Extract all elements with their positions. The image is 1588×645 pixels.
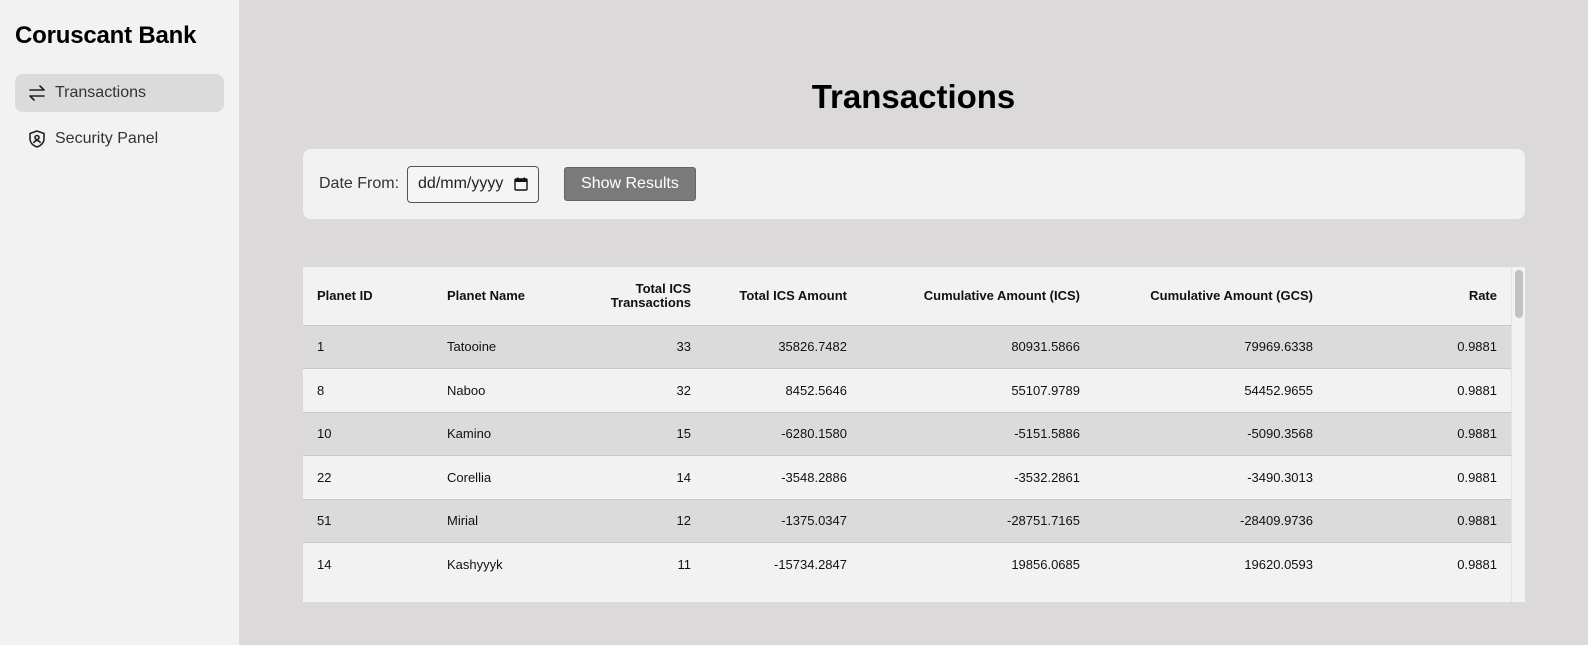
cell-cumulative-ics: -5151.5886 [861, 411, 1094, 456]
cell-cumulative-ics: 19856.0685 [861, 542, 1094, 586]
cell-planet-name: Tatooine [433, 324, 578, 369]
page-title: Transactions [811, 78, 1016, 115]
shield-icon [27, 129, 47, 149]
cell-cumulative-ics: 55107.9789 [861, 368, 1094, 412]
cell-rate: 0.9881 [1327, 324, 1511, 369]
cell-rate: 0.9881 [1327, 368, 1511, 412]
cell-total-ics-transactions: 33 [578, 324, 705, 369]
table-row[interactable]: 1 Tatooine 33 35826.7482 80931.5866 79969.633… [303, 324, 1511, 369]
cell-total-ics-amount: -1375.0347 [705, 498, 861, 543]
cell-cumulative-gcs: 54452.9655 [1094, 368, 1327, 412]
cell-planet-name: Naboo [433, 368, 578, 412]
cell-total-ics-transactions: 32 [578, 368, 705, 412]
cell-total-ics-amount: -6280.1580 [705, 411, 861, 456]
table-header-row: Planet ID Planet Name Total ICS Transacti… [303, 267, 1511, 325]
cell-total-ics-amount: -15734.2847 [705, 542, 861, 586]
table-row[interactable]: 14 Kashyyyk 11 -15734.2847 19856.0685 19620.0… [303, 542, 1511, 586]
cell-cumulative-gcs: -28409.9736 [1094, 498, 1327, 543]
cell-cumulative-gcs: -5090.3568 [1094, 411, 1327, 456]
transactions-table: Planet ID Planet Name Total ICS Transacti… [303, 267, 1511, 586]
cell-total-ics-transactions: 15 [578, 411, 705, 456]
brand-title: Coruscant Bank [15, 22, 197, 49]
col-total-ics-amount[interactable]: Total ICS Amount [705, 267, 861, 325]
cell-total-ics-transactions: 14 [578, 455, 705, 499]
scrollbar-thumb[interactable] [1515, 270, 1523, 318]
cell-planet-name: Kashyyyk [433, 542, 578, 586]
date-placeholder: dd/mm/yyyy [418, 175, 504, 192]
calendar-icon[interactable] [514, 177, 528, 191]
col-total-ics-transactions[interactable]: Total ICS Transactions [578, 267, 705, 325]
cell-cumulative-gcs: 19620.0593 [1094, 542, 1327, 586]
sidebar-item-label: Security Panel [55, 130, 159, 147]
cell-planet-id: 8 [303, 368, 433, 412]
cell-planet-id: 22 [303, 455, 433, 499]
table-row[interactable]: 22 Corellia 14 -3548.2886 -3532.2861 -3490.30… [303, 455, 1511, 499]
main-content: Transactions Date From: dd/mm/yyyy Show … [239, 0, 1588, 645]
date-from-label: Date From: [319, 175, 400, 192]
filter-bar: Date From: dd/mm/yyyy Show Results [303, 149, 1525, 219]
show-results-button[interactable]: Show Results [564, 167, 696, 201]
arrows-swap-icon [27, 83, 47, 103]
col-planet-name[interactable]: Planet Name [433, 267, 578, 325]
cell-total-ics-transactions: 11 [578, 542, 705, 586]
cell-cumulative-gcs: 79969.6338 [1094, 324, 1327, 369]
cell-cumulative-ics: 80931.5866 [861, 324, 1094, 369]
cell-planet-id: 1 [303, 324, 433, 369]
table-row[interactable]: 10 Kamino 15 -6280.1580 -5151.5886 -5090.3568… [303, 411, 1511, 456]
cell-planet-name: Mirial [433, 498, 578, 543]
col-cumulative-ics[interactable]: Cumulative Amount (ICS) [861, 267, 1094, 325]
transactions-table-container: Planet ID Planet Name Total ICS Transacti… [303, 267, 1525, 602]
sidebar-item-label: Transactions [55, 84, 146, 101]
cell-total-ics-amount: 35826.7482 [705, 324, 861, 369]
table-row[interactable]: 8 Naboo 32 8452.5646 55107.9789 54452.9655 0.9… [303, 368, 1511, 412]
sidebar-item-transactions[interactable]: Transactions [15, 74, 224, 112]
cell-total-ics-transactions: 12 [578, 498, 705, 543]
cell-rate: 0.9881 [1327, 498, 1511, 543]
cell-planet-name: Kamino [433, 411, 578, 456]
cell-rate: 0.9881 [1327, 455, 1511, 499]
cell-rate: 0.9881 [1327, 542, 1511, 586]
cell-total-ics-amount: 8452.5646 [705, 368, 861, 412]
cell-planet-id: 14 [303, 542, 433, 586]
cell-planet-name: Corellia [433, 455, 578, 499]
date-from-input[interactable]: dd/mm/yyyy [407, 165, 540, 203]
cell-planet-id: 51 [303, 498, 433, 543]
col-rate[interactable]: Rate [1327, 267, 1511, 325]
sidebar: Coruscant Bank Transactions Security Pan… [0, 0, 239, 645]
cell-cumulative-gcs: -3490.3013 [1094, 455, 1327, 499]
col-cumulative-gcs[interactable]: Cumulative Amount (GCS) [1094, 267, 1327, 325]
cell-rate: 0.9881 [1327, 411, 1511, 456]
col-planet-id[interactable]: Planet ID [303, 267, 433, 325]
table-scrollbar[interactable] [1511, 267, 1525, 602]
cell-cumulative-ics: -28751.7165 [861, 498, 1094, 543]
table-row[interactable]: 51 Mirial 12 -1375.0347 -28751.7165 -28409.97… [303, 498, 1511, 543]
sidebar-item-security-panel[interactable]: Security Panel [15, 120, 224, 158]
cell-cumulative-ics: -3532.2861 [861, 455, 1094, 499]
cell-planet-id: 10 [303, 411, 433, 456]
cell-total-ics-amount: -3548.2886 [705, 455, 861, 499]
